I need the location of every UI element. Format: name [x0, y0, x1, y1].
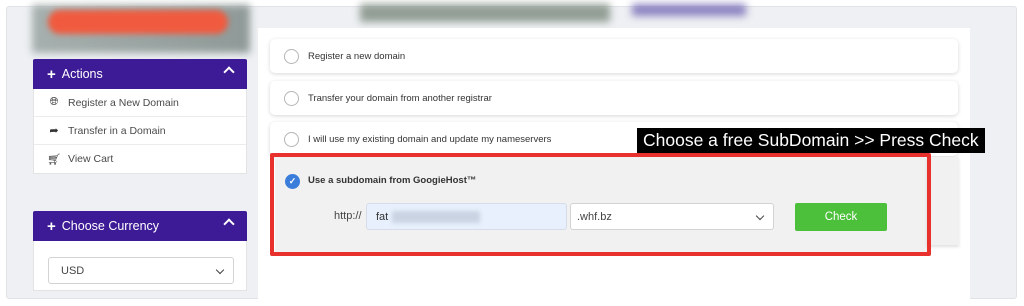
- chevron-up-icon[interactable]: [223, 218, 235, 230]
- sidebar-item-register-domain[interactable]: 🌐︎ Register a New Domain: [34, 89, 246, 117]
- radio-button[interactable]: [284, 48, 299, 64]
- plus-icon: +: [47, 217, 56, 235]
- option-label: I will use my existing domain and update…: [308, 133, 552, 145]
- blurred-logo: [48, 10, 228, 34]
- blurred-header-banner: [360, 4, 610, 22]
- cart-icon: 🛒︎: [47, 153, 61, 166]
- option-register-domain[interactable]: Register a new domain: [270, 39, 958, 73]
- sidebar-item-label: View Cart: [68, 153, 114, 165]
- highlight-box: [270, 153, 931, 256]
- chevron-down-icon: [215, 265, 225, 275]
- option-label: Register a new domain: [308, 50, 406, 62]
- card-shadow-edge: [927, 157, 959, 245]
- plus-icon: +: [47, 65, 56, 83]
- sidebar-item-transfer-domain[interactable]: ➦ Transfer in a Domain: [34, 117, 246, 145]
- currency-panel-title: Choose Currency: [61, 219, 160, 233]
- blurred-header-button: [632, 4, 746, 16]
- radio-button[interactable]: [284, 90, 299, 106]
- sidebar-item-label: Transfer in a Domain: [68, 124, 166, 137]
- currency-selected-value: USD: [61, 264, 85, 277]
- option-label: Transfer your domain from another regist…: [308, 92, 492, 104]
- globe-icon: 🌐︎: [49, 96, 59, 108]
- currency-panel-body: USD: [33, 241, 247, 291]
- sidebar-item-view-cart[interactable]: 🛒︎ View Cart: [34, 145, 246, 173]
- actions-panel-header[interactable]: + Actions: [33, 59, 247, 89]
- share-arrow-icon: ➦: [49, 125, 59, 137]
- currency-select[interactable]: USD: [48, 257, 234, 284]
- chevron-up-icon[interactable]: [223, 66, 235, 78]
- actions-list: 🌐︎ Register a New Domain ➦ Transfer in a…: [33, 89, 247, 174]
- instruction-caption: Choose a free SubDomain >> Press Check: [637, 128, 985, 153]
- radio-button[interactable]: [284, 131, 299, 147]
- actions-panel-title: Actions: [61, 67, 103, 81]
- currency-panel-header[interactable]: + Choose Currency: [33, 211, 247, 241]
- sidebar-item-label: Register a New Domain: [68, 96, 179, 109]
- option-transfer-domain[interactable]: Transfer your domain from another regist…: [270, 81, 958, 115]
